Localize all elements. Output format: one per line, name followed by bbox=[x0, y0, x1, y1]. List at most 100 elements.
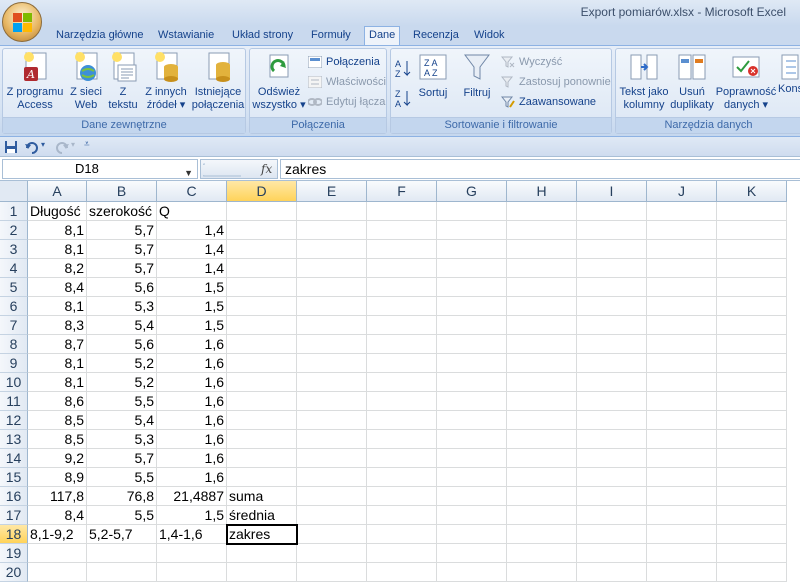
cell-H19[interactable] bbox=[507, 544, 577, 563]
cell-H13[interactable] bbox=[507, 430, 577, 449]
refresh-all-button[interactable]: Odśwież wszystko ▾ bbox=[252, 51, 306, 112]
cell-G13[interactable] bbox=[437, 430, 507, 449]
column-header[interactable]: K bbox=[717, 181, 787, 202]
cell-K1[interactable] bbox=[717, 202, 787, 221]
row-header[interactable]: 16 bbox=[0, 487, 28, 506]
redo-icon[interactable] bbox=[54, 140, 70, 154]
cell-D16[interactable]: suma bbox=[227, 487, 297, 506]
row-header[interactable]: 8 bbox=[0, 335, 28, 354]
cell-C15[interactable]: 1,6 bbox=[157, 468, 227, 487]
cell-G12[interactable] bbox=[437, 411, 507, 430]
cell-J15[interactable] bbox=[647, 468, 717, 487]
insert-function-button[interactable]: fx bbox=[261, 162, 272, 176]
cell-G10[interactable] bbox=[437, 373, 507, 392]
cell-G5[interactable] bbox=[437, 278, 507, 297]
cell-A8[interactable]: 8,7 bbox=[28, 335, 87, 354]
cell-B18[interactable]: 5,2-5,7 bbox=[87, 525, 157, 544]
cell-D2[interactable] bbox=[227, 221, 297, 240]
properties-button[interactable]: Właściwości bbox=[306, 73, 386, 91]
cell-J4[interactable] bbox=[647, 259, 717, 278]
cell-J18[interactable] bbox=[647, 525, 717, 544]
cell-I5[interactable] bbox=[577, 278, 647, 297]
cell-J17[interactable] bbox=[647, 506, 717, 525]
cell-G1[interactable] bbox=[437, 202, 507, 221]
cell-K13[interactable] bbox=[717, 430, 787, 449]
cell-G6[interactable] bbox=[437, 297, 507, 316]
cell-E19[interactable] bbox=[297, 544, 367, 563]
column-header[interactable]: J bbox=[647, 181, 717, 202]
cell-K10[interactable] bbox=[717, 373, 787, 392]
customize-qat-icon[interactable]: ⩡ bbox=[84, 139, 90, 150]
cell-J14[interactable] bbox=[647, 449, 717, 468]
cell-H11[interactable] bbox=[507, 392, 577, 411]
cell-D10[interactable] bbox=[227, 373, 297, 392]
cell-G16[interactable] bbox=[437, 487, 507, 506]
cell-C19[interactable] bbox=[157, 544, 227, 563]
cell-J3[interactable] bbox=[647, 240, 717, 259]
cell-C12[interactable]: 1,6 bbox=[157, 411, 227, 430]
cell-D20[interactable] bbox=[227, 563, 297, 582]
row-header[interactable]: 5 bbox=[0, 278, 28, 297]
save-icon[interactable] bbox=[4, 140, 18, 154]
cell-K15[interactable] bbox=[717, 468, 787, 487]
cell-C6[interactable]: 1,5 bbox=[157, 297, 227, 316]
cell-E4[interactable] bbox=[297, 259, 367, 278]
cell-F9[interactable] bbox=[367, 354, 437, 373]
cell-H5[interactable] bbox=[507, 278, 577, 297]
cell-I3[interactable] bbox=[577, 240, 647, 259]
cell-F1[interactable] bbox=[367, 202, 437, 221]
advanced-filter-button[interactable]: Zaawansowane bbox=[499, 93, 596, 111]
cell-K2[interactable] bbox=[717, 221, 787, 240]
cell-G15[interactable] bbox=[437, 468, 507, 487]
select-all-corner[interactable] bbox=[0, 181, 28, 202]
row-header[interactable]: 13 bbox=[0, 430, 28, 449]
undo-icon[interactable] bbox=[24, 140, 40, 154]
cell-H16[interactable] bbox=[507, 487, 577, 506]
cell-J1[interactable] bbox=[647, 202, 717, 221]
cell-A17[interactable]: 8,4 bbox=[28, 506, 87, 525]
cell-B5[interactable]: 5,6 bbox=[87, 278, 157, 297]
cell-K4[interactable] bbox=[717, 259, 787, 278]
cell-G7[interactable] bbox=[437, 316, 507, 335]
cell-D15[interactable] bbox=[227, 468, 297, 487]
from-other-sources-button[interactable]: Z innych źródeł ▾ bbox=[141, 51, 191, 112]
column-header[interactable]: G bbox=[437, 181, 507, 202]
cell-F8[interactable] bbox=[367, 335, 437, 354]
cell-A1[interactable]: Długość bbox=[28, 202, 87, 221]
cell-B17[interactable]: 5,5 bbox=[87, 506, 157, 525]
cell-I13[interactable] bbox=[577, 430, 647, 449]
cell-D19[interactable] bbox=[227, 544, 297, 563]
cell-F4[interactable] bbox=[367, 259, 437, 278]
cell-A2[interactable]: 8,1 bbox=[28, 221, 87, 240]
cell-F6[interactable] bbox=[367, 297, 437, 316]
cell-J19[interactable] bbox=[647, 544, 717, 563]
cell-G11[interactable] bbox=[437, 392, 507, 411]
row-header[interactable]: 19 bbox=[0, 544, 28, 563]
column-header[interactable]: C bbox=[157, 181, 227, 202]
cell-B9[interactable]: 5,2 bbox=[87, 354, 157, 373]
cell-C9[interactable]: 1,6 bbox=[157, 354, 227, 373]
cell-D1[interactable] bbox=[227, 202, 297, 221]
cell-D6[interactable] bbox=[227, 297, 297, 316]
cell-K20[interactable] bbox=[717, 563, 787, 582]
cell-B15[interactable]: 5,5 bbox=[87, 468, 157, 487]
column-header[interactable]: F bbox=[367, 181, 437, 202]
cell-D12[interactable] bbox=[227, 411, 297, 430]
tab-formulas[interactable]: Formuły bbox=[311, 27, 351, 45]
cell-F17[interactable] bbox=[367, 506, 437, 525]
cell-C10[interactable]: 1,6 bbox=[157, 373, 227, 392]
tab-insert[interactable]: Wstawianie bbox=[158, 27, 214, 45]
cell-E14[interactable] bbox=[297, 449, 367, 468]
redo-dropdown-icon[interactable]: ▾ bbox=[71, 140, 75, 149]
cell-I10[interactable] bbox=[577, 373, 647, 392]
cell-F20[interactable] bbox=[367, 563, 437, 582]
cell-K7[interactable] bbox=[717, 316, 787, 335]
cell-A11[interactable]: 8,6 bbox=[28, 392, 87, 411]
cell-J16[interactable] bbox=[647, 487, 717, 506]
row-header[interactable]: 17 bbox=[0, 506, 28, 525]
cell-E11[interactable] bbox=[297, 392, 367, 411]
cell-J10[interactable] bbox=[647, 373, 717, 392]
office-button[interactable] bbox=[2, 2, 42, 42]
column-header[interactable]: B bbox=[87, 181, 157, 202]
cell-K17[interactable] bbox=[717, 506, 787, 525]
